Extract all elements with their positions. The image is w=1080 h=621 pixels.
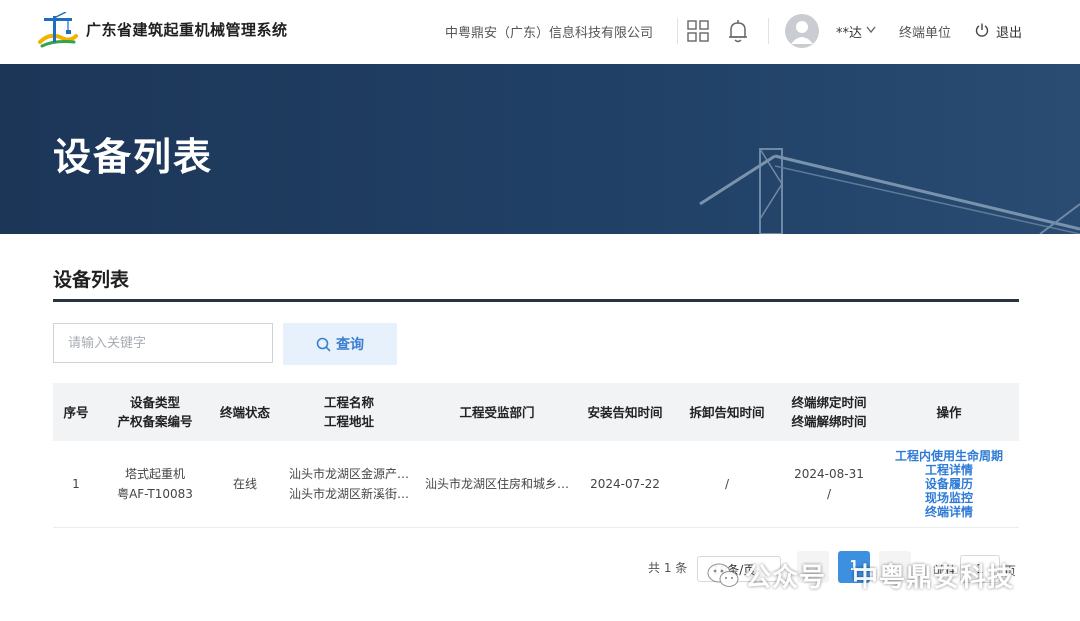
cell-bind-time: 2024-08-31 /	[779, 441, 879, 528]
project-address-text: 汕头市龙湖区新溪街…	[288, 487, 409, 501]
crane-logo-icon	[38, 12, 78, 48]
search-button[interactable]: 查询	[283, 323, 397, 365]
page-banner: 设备列表	[0, 64, 1080, 234]
device-type-text: 塔式起重机	[124, 467, 185, 481]
cell-terminal-status: 在线	[211, 441, 279, 528]
header-device-type-label: 设备类型	[129, 395, 180, 410]
project-detail-link[interactable]: 工程详情	[881, 463, 1017, 477]
header-terminal-status: 终端状态	[211, 383, 279, 441]
search-input[interactable]	[53, 323, 273, 363]
section-divider	[53, 299, 1019, 302]
avatar[interactable]	[785, 14, 819, 48]
watermark-name: 中粤鼎安科技	[852, 563, 1015, 593]
cell-install-notice-time: 2024-07-22	[575, 441, 675, 528]
header-record-no-label: 产权备案编号	[117, 414, 193, 429]
watermark: 公众号 中粤鼎安科技	[707, 557, 1014, 597]
company-name: 中粤鼎安（广东）信息科技有限公司	[445, 26, 654, 41]
terminal-unit-label[interactable]: 终端单位	[899, 22, 951, 41]
site-monitor-link[interactable]: 现场监控	[881, 491, 1017, 505]
unbind-time-text: /	[826, 487, 832, 501]
header-divider	[768, 18, 769, 44]
bell-icon[interactable]	[727, 19, 749, 43]
header-device-type: 设备类型产权备案编号	[99, 383, 211, 441]
cell-dismantle-notice-time: /	[675, 441, 779, 528]
app-grid-icon[interactable]	[687, 20, 709, 42]
record-no-text: 粤AF-T10083	[117, 487, 193, 501]
search-icon	[316, 337, 331, 352]
search-button-label: 查询	[336, 337, 364, 353]
supervision-dept-text: 汕头市龙湖区住房和城乡…	[424, 477, 569, 491]
header-bind-time-label: 终端绑定时间	[791, 395, 867, 410]
header-unbind-time-label: 终端解绑时间	[791, 414, 867, 429]
pagination-total: 共 1 条	[648, 561, 688, 575]
lifecycle-link[interactable]: 工程内使用生命周期	[881, 449, 1017, 463]
cell-supervision-dept: 汕头市龙湖区住房和城乡…	[419, 441, 575, 528]
section-title: 设备列表	[53, 269, 130, 291]
header-dismantle-notice-time: 拆卸告知时间	[675, 383, 779, 441]
header-project-address-label: 工程地址	[323, 414, 374, 429]
device-history-link[interactable]: 设备履历	[881, 477, 1017, 491]
banner-title: 设备列表	[53, 135, 214, 179]
bind-time-text: 2024-08-31	[794, 467, 864, 481]
user-icon	[791, 21, 813, 44]
chevron-down-icon[interactable]	[866, 26, 876, 34]
wechat-icon	[707, 563, 739, 587]
project-name-text: 汕头市龙湖区金源产…	[288, 467, 409, 481]
header-actions: 操作	[879, 383, 1019, 441]
header-divider	[677, 18, 678, 44]
table-header-row: 序号 设备类型产权备案编号 终端状态 工程名称工程地址 工程受监部门 安装告知时…	[53, 383, 1019, 441]
header-supervision-dept: 工程受监部门	[419, 383, 575, 441]
header-project: 工程名称 工程地址	[279, 383, 419, 441]
top-header: 广东省建筑起重机械管理系统 中粤鼎安（广东）信息科技有限公司 **达 终端单位 …	[0, 0, 1080, 64]
cell-index: 1	[53, 441, 99, 528]
table-row: 1 塔式起重机粤AF-T10083 在线 汕头市龙湖区金源产… 汕头市龙湖区新溪街…	[53, 441, 1019, 528]
cell-project: 汕头市龙湖区金源产… 汕头市龙湖区新溪街…	[279, 441, 419, 528]
cell-actions: 工程内使用生命周期 工程详情 设备履历 现场监控 终端详情	[879, 441, 1019, 528]
watermark-platform: 公众号	[745, 563, 827, 593]
terminal-detail-link[interactable]: 终端详情	[881, 505, 1017, 519]
device-table: 序号 设备类型产权备案编号 终端状态 工程名称工程地址 工程受监部门 安装告知时…	[53, 383, 1019, 528]
system-title: 广东省建筑起重机械管理系统	[86, 21, 288, 39]
header-project-name-label: 工程名称	[323, 395, 374, 410]
header-index: 序号	[53, 383, 99, 441]
header-install-notice-time: 安装告知时间	[575, 383, 675, 441]
cell-device-type: 塔式起重机粤AF-T10083	[99, 441, 211, 528]
username[interactable]: **达	[836, 22, 862, 41]
power-icon[interactable]	[975, 23, 989, 37]
header-bind-time: 终端绑定时间 终端解绑时间	[779, 383, 879, 441]
logout-button[interactable]: 退出	[996, 22, 1022, 41]
